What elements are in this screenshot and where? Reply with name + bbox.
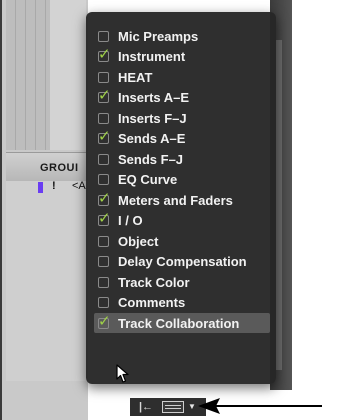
view-selector-icon[interactable] [162,401,184,413]
menu-item-label: EQ Curve [118,172,178,187]
scrollbar-thumb[interactable] [276,40,282,370]
menu-item[interactable]: Sends F–J [94,149,270,169]
checkmark-icon: ✓ [98,189,111,207]
menu-item-label: Mic Preamps [118,28,199,44]
group-flag: ! [52,180,56,192]
view-options-menu: Mic Preamps ✓ Instrument HEAT ✓ Inserts A–E In… [86,12,276,384]
menu-item[interactable]: Inserts F–J [94,108,270,128]
menu-item-label: Delay Compensation [118,254,247,269]
menu-item-label: Track Collaboration [118,315,240,331]
menu-item[interactable]: Object [94,231,270,251]
menu-item[interactable]: ✓ Meters and Faders [94,190,270,210]
menu-item[interactable]: Mic Preamps [94,26,270,46]
groups-list [6,181,86,381]
mouse-cursor-icon [116,364,129,383]
unchecked-checkbox-icon[interactable] [98,174,109,185]
checked-checkbox-icon[interactable]: ✓ [98,191,111,206]
unchecked-checkbox-icon[interactable] [98,297,109,308]
menu-item[interactable]: EQ Curve [94,170,270,190]
group-color-chip [38,182,43,193]
menu-item[interactable]: ✓ Instrument [94,47,270,67]
checkmark-icon: ✓ [98,87,111,104]
menu-item-label: Sends A–E [118,131,186,146]
unchecked-checkbox-icon[interactable] [98,71,109,83]
menu-item[interactable]: Track Color [94,272,270,292]
checkmark-icon: ✓ [98,210,111,227]
channel-strip [50,0,86,150]
menu-item-label: Object [118,233,159,249]
menu-item-label: Comments [118,295,186,310]
unchecked-checkbox-icon[interactable] [98,112,109,124]
menu-item-label: Inserts F–J [118,110,187,126]
narrow-view-button[interactable]: |← [138,400,154,414]
checked-checkbox-icon[interactable]: ✓ [98,314,111,329]
menu-item-label: Track Color [118,274,190,290]
checked-checkbox-icon[interactable]: ✓ [98,47,111,62]
checked-checkbox-icon[interactable]: ✓ [98,129,111,144]
menu-item[interactable]: ✓ Sends A–E [94,129,270,149]
unchecked-checkbox-icon[interactable] [98,256,109,267]
groups-title: GROUI [40,162,79,174]
checked-checkbox-icon[interactable]: ✓ [98,211,111,226]
unchecked-checkbox-icon[interactable] [98,30,109,42]
menu-item[interactable]: Comments [94,293,270,313]
menu-item[interactable]: HEAT [94,67,270,87]
checkmark-icon: ✓ [98,128,111,145]
menu-item-label: Sends F–J [118,151,184,167]
menu-item-label: Meters and Faders [118,192,233,208]
menu-item-label: Inserts A–E [118,90,190,105]
group-name[interactable]: <A [72,180,86,192]
checkmark-icon: ✓ [98,312,111,330]
unchecked-checkbox-icon[interactable] [98,153,109,165]
menu-item-label: I / O [118,213,143,228]
checked-checkbox-icon[interactable]: ✓ [98,88,111,103]
menu-item-label: Instrument [118,49,186,64]
checkmark-icon: ✓ [98,46,111,63]
unchecked-checkbox-icon[interactable] [98,235,109,247]
menu-item-label: HEAT [118,69,153,85]
unchecked-checkbox-icon[interactable] [98,276,109,288]
menu-item[interactable]: ✓ Track Collaboration [94,313,270,333]
chevron-down-icon[interactable]: ▼ [188,401,198,413]
menu-item[interactable]: ✓ I / O [94,211,270,231]
menu-item[interactable]: Delay Compensation [94,252,270,272]
callout-arrow-icon [198,398,322,414]
menu-item[interactable]: ✓ Inserts A–E [94,88,270,108]
